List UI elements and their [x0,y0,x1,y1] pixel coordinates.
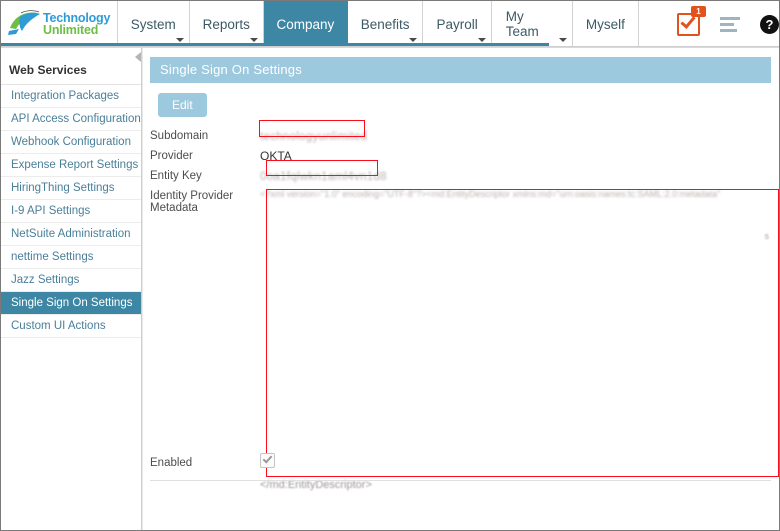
sidebar-collapse-icon[interactable] [135,52,141,62]
sidebar-item-label: nettime Settings [11,251,93,263]
metadata-first-line: <?xml version="1.0" encoding="UTF-8"?><m… [260,189,780,199]
tasks-checkbox-icon[interactable]: 1 [677,13,700,36]
identity-provider-metadata-label: Identity Provider Metadata [150,189,260,214]
nav-label: Myself [586,17,625,32]
sidebar-item-label: Jazz Settings [11,274,79,286]
list-line [720,23,734,26]
nav-item-myself[interactable]: Myself [573,1,639,47]
redaction-box-metadata [266,189,779,477]
field-row-identity-provider-metadata: Identity Provider Metadata <?xml version… [150,189,771,489]
nav-item-payroll[interactable]: Payroll [423,1,491,47]
sidebar-item-api-access-configuration[interactable]: API Access Configuration [1,108,141,131]
entity-key-value: 0oa1fqlwkn1aml4vn1d8 [260,171,387,183]
main-content: Single Sign On Settings Edit Subdomain t… [142,48,779,531]
list-line [720,17,740,20]
notification-badge: 1 [691,6,706,17]
sidebar-item-label: NetSuite Administration [11,228,131,240]
nav-label: Company [276,17,334,32]
sidebar-item-nettime-settings[interactable]: nettime Settings [1,246,141,269]
enabled-label: Enabled [150,456,260,469]
sso-settings-form: Subdomain technologyunlimited Provider O… [150,129,771,489]
sidebar-item-integration-packages[interactable]: Integration Packages [1,85,141,108]
nav-item-my-team[interactable]: My Team [492,1,573,47]
enabled-checkbox[interactable] [260,453,275,468]
sidebar-item-hiringthing-settings[interactable]: HiringThing Settings [1,177,141,200]
brand-logo[interactable]: Technology Unlimited [1,1,118,47]
nav-label: System [131,17,176,32]
brand-name: Technology Unlimited [43,12,110,37]
brand-name-line2: Unlimited [43,24,110,37]
nav-label: Reports [203,17,250,32]
entity-key-value-wrap: 0oa1fqlwkn1aml4vn1d8 [260,169,771,183]
field-row-provider: Provider OKTA [150,149,771,163]
sidebar-item-label: Webhook Configuration [11,136,131,148]
nav-label: My Team [506,9,558,39]
nav-label: Benefits [361,17,410,32]
sidebar-item-webhook-configuration[interactable]: Webhook Configuration [1,131,141,154]
list-menu-icon[interactable] [720,17,740,32]
nav-item-benefits[interactable]: Benefits [348,1,424,47]
sidebar-item-i9-api-settings[interactable]: I-9 API Settings [1,200,141,223]
sidebar-item-expense-report-settings[interactable]: Expense Report Settings [1,154,141,177]
sidebar-item-custom-ui-actions[interactable]: Custom UI Actions [1,315,141,338]
sidebar-item-label: API Access Configuration [11,113,141,125]
entity-key-label: Entity Key [150,169,260,182]
sidebar-title: Web Services [1,58,141,85]
sidebar-item-label: Expense Report Settings [11,159,138,171]
metadata-side-fragment: s [765,231,770,241]
sidebar-item-label: I-9 API Settings [11,205,90,217]
sidebar-item-single-sign-on-settings[interactable]: Single Sign On Settings [1,292,141,315]
application-window: Technology Unlimited System Reports Comp… [0,0,780,531]
sidebar-item-label: Custom UI Actions [11,320,106,332]
page-title: Single Sign On Settings [150,57,771,83]
sidebar: Web Services Integration Packages API Ac… [1,48,142,531]
page-body: Web Services Integration Packages API Ac… [1,47,779,531]
sidebar-item-label: HiringThing Settings [11,182,115,194]
sidebar-item-label: Single Sign On Settings [11,297,132,309]
provider-value: OKTA [260,149,771,163]
subdomain-value-wrap: technologyunlimited [260,129,771,143]
help-icon[interactable]: ? [760,15,779,34]
nav-item-company[interactable]: Company [264,1,348,47]
form-bottom-divider [150,480,771,481]
sidebar-item-netsuite-administration[interactable]: NetSuite Administration [1,223,141,246]
field-row-subdomain: Subdomain technologyunlimited [150,129,771,143]
nav-item-reports[interactable]: Reports [190,1,264,47]
subdomain-label: Subdomain [150,129,260,142]
field-row-enabled: Enabled [150,453,771,471]
field-row-entity-key: Entity Key 0oa1fqlwkn1aml4vn1d8 [150,169,771,183]
provider-label: Provider [150,149,260,162]
logo-swoosh-icon [7,9,41,39]
sidebar-item-label: Integration Packages [11,90,119,102]
nav-item-system[interactable]: System [118,1,190,47]
content-left-divider [142,48,143,531]
list-line [720,29,737,32]
nav-icon-group: 1 ? [639,1,779,47]
nav-label: Payroll [436,17,477,32]
sidebar-item-jazz-settings[interactable]: Jazz Settings [1,269,141,292]
subdomain-value: technologyunlimited [260,131,367,143]
chevron-down-icon[interactable] [176,38,184,42]
top-navigation-bar: Technology Unlimited System Reports Comp… [1,1,779,47]
chevron-down-icon[interactable] [559,38,567,42]
identity-provider-metadata-value[interactable]: <?xml version="1.0" encoding="UTF-8"?><m… [260,189,771,489]
enabled-value [260,453,771,471]
chevron-down-icon[interactable] [409,38,417,42]
nav-items: System Reports Company Benefits Payroll … [118,1,639,47]
edit-button[interactable]: Edit [158,93,207,117]
chevron-down-icon[interactable] [478,38,486,42]
chevron-down-icon[interactable] [250,38,258,42]
